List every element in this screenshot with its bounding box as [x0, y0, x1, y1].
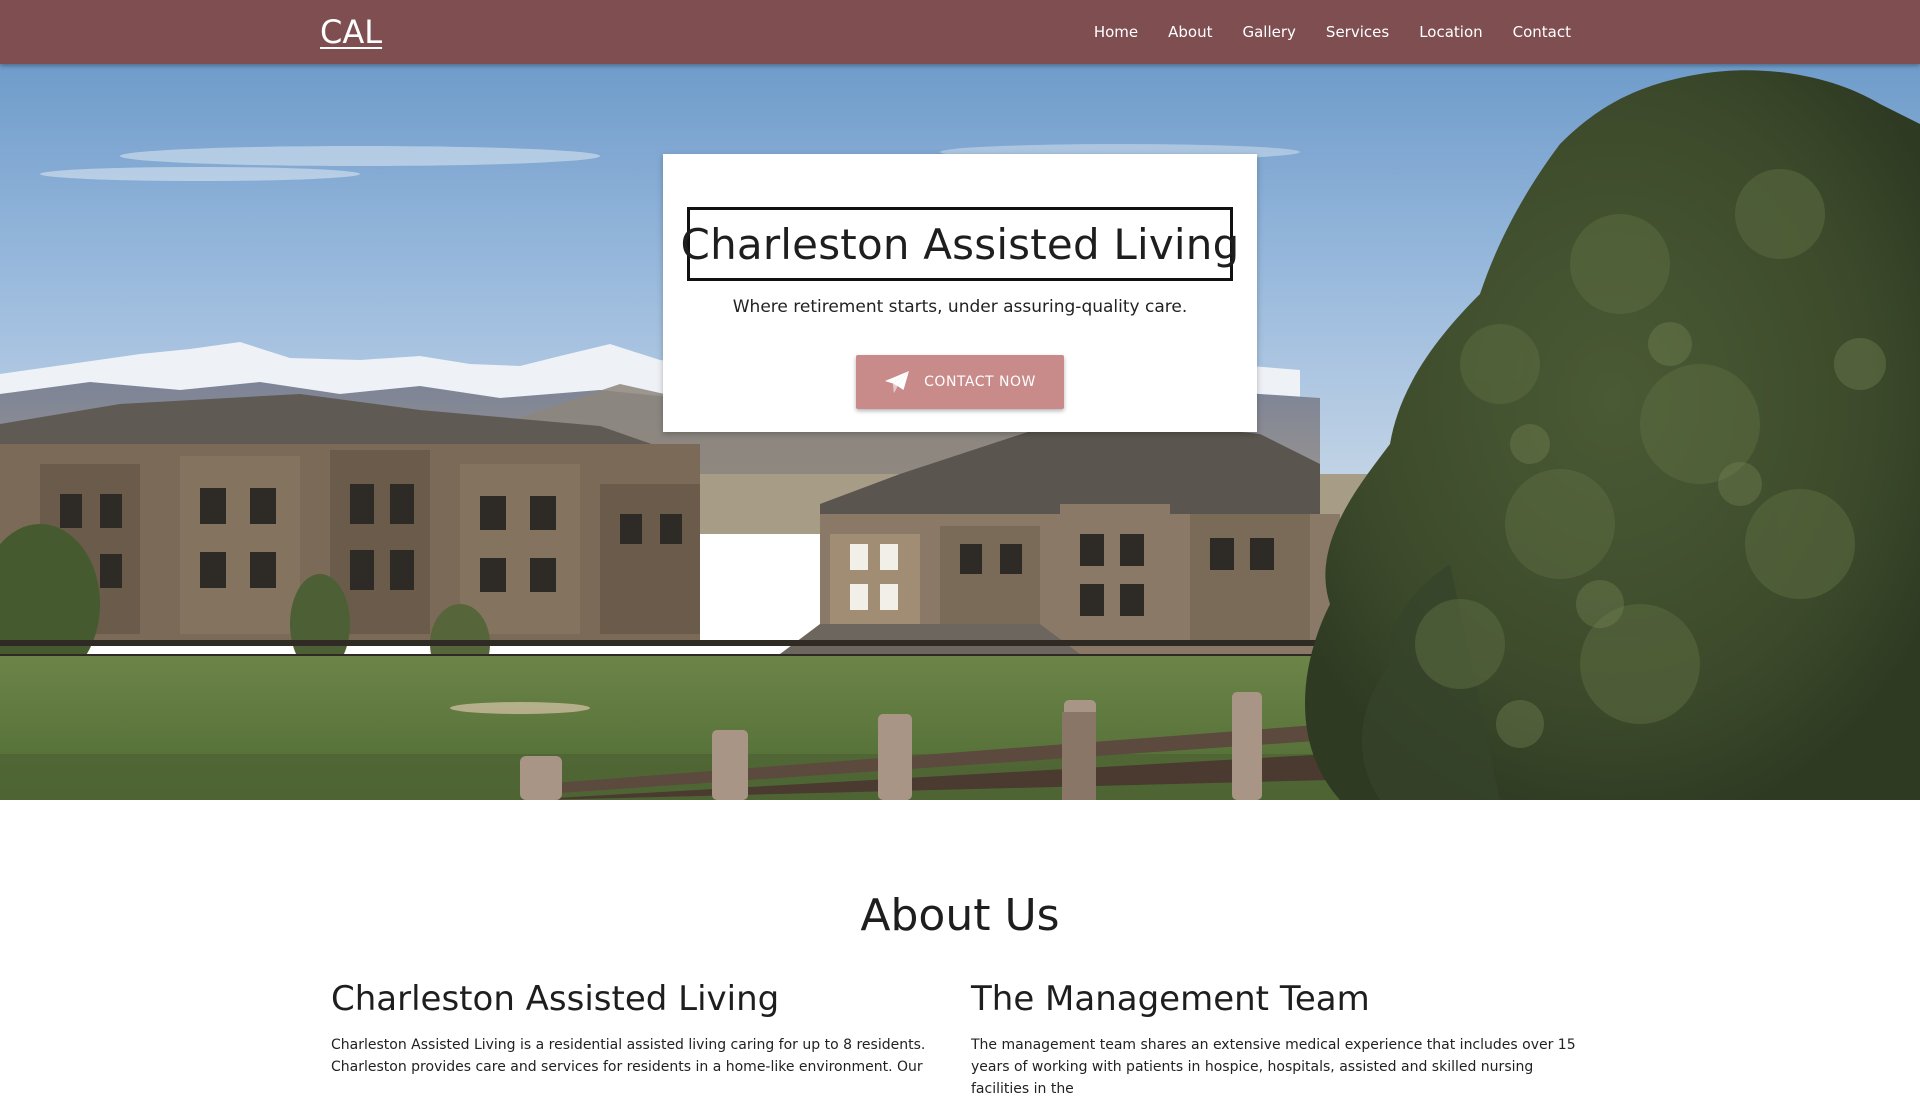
about-facility-text: Charleston Assisted Living is a resident… — [331, 1037, 926, 1075]
nav-link-gallery[interactable]: Gallery — [1227, 23, 1310, 41]
about-facility-title: Charleston Assisted Living — [331, 979, 780, 1019]
nav-link-contact[interactable]: Contact — [1498, 23, 1586, 41]
nav-link-location[interactable]: Location — [1404, 23, 1497, 41]
navbar: CAL Home About Gallery Services Location… — [0, 0, 1920, 64]
about-management-title: The Management Team — [971, 979, 1370, 1019]
nav-link-about[interactable]: About — [1153, 23, 1227, 41]
hero-title: Charleston Assisted Living — [680, 219, 1240, 269]
nav-link-home[interactable]: Home — [1079, 23, 1153, 41]
hero-section: Charleston Assisted Living Where retirem… — [0, 64, 1920, 800]
hero-tagline: Where retirement starts, under assuring-… — [732, 297, 1188, 317]
nav-link-services[interactable]: Services — [1311, 23, 1404, 41]
paper-plane-icon — [884, 370, 910, 394]
brand-logo-link[interactable]: CAL — [320, 13, 382, 51]
hero-card: Charleston Assisted Living Where retirem… — [663, 154, 1257, 432]
contact-now-label: CONTACT NOW — [924, 374, 1036, 390]
contact-now-button[interactable]: CONTACT NOW — [856, 355, 1064, 409]
nav-links: Home About Gallery Services Location Con… — [1079, 0, 1586, 64]
about-heading: About Us — [860, 890, 1060, 941]
about-column-management: The Management Team The management team … — [971, 978, 1581, 1100]
hero-title-box: Charleston Assisted Living — [681, 207, 1239, 281]
about-column-facility: Charleston Assisted Living Charleston As… — [331, 978, 941, 1078]
about-management-text: The management team shares an extensive … — [971, 1037, 1576, 1097]
